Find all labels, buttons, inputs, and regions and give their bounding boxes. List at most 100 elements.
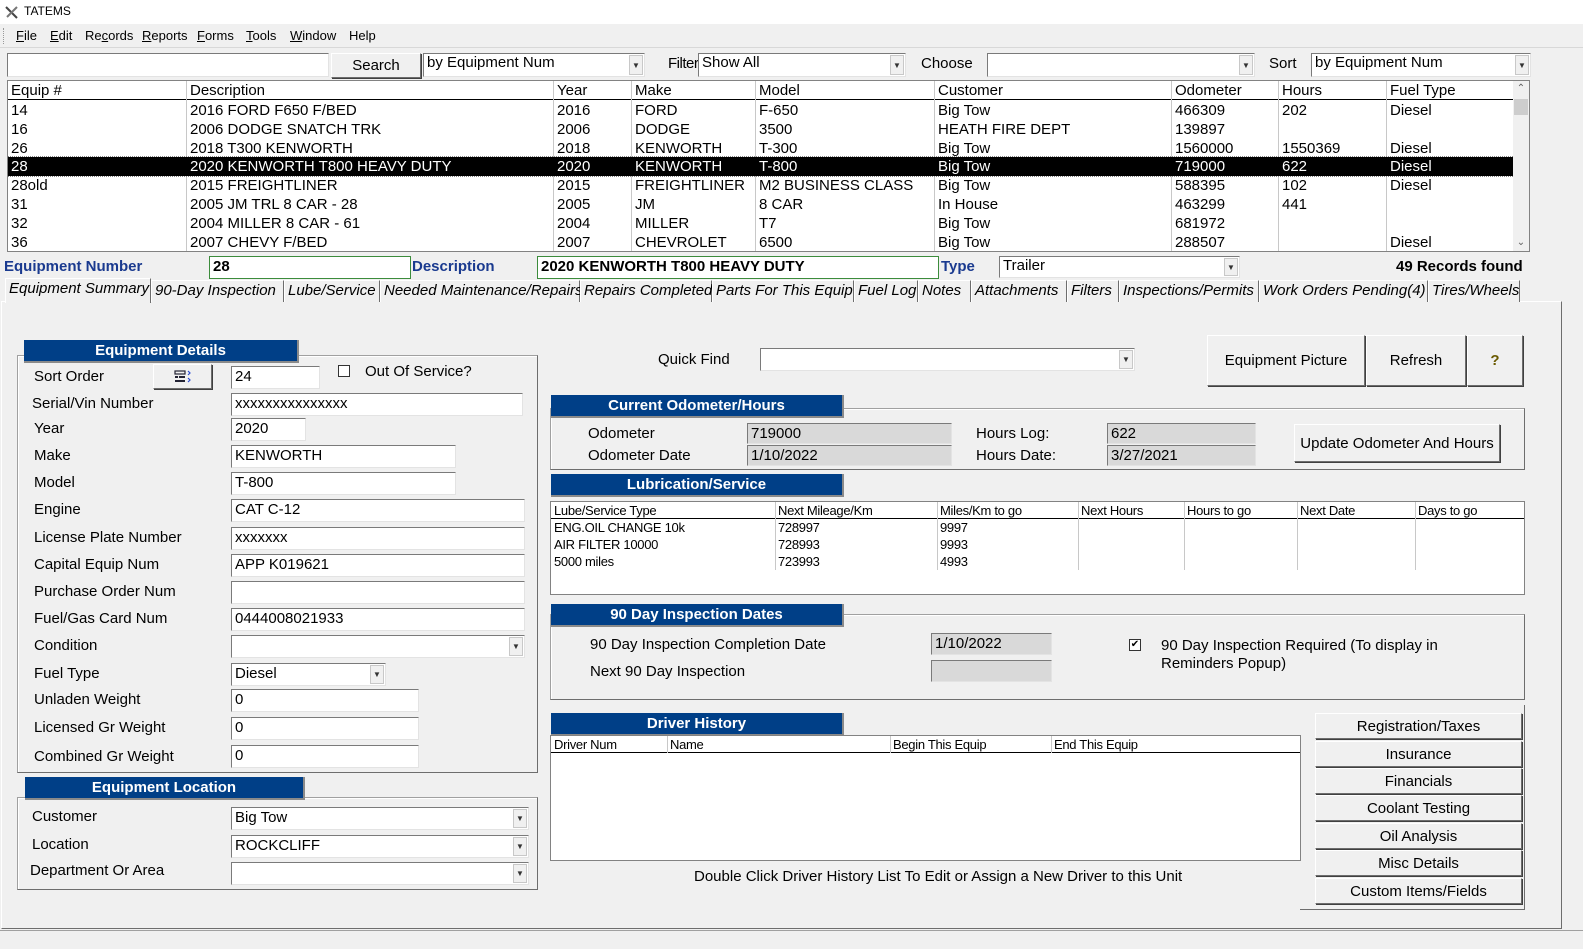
dropdown-arrow-icon[interactable]: ▼ bbox=[509, 637, 523, 656]
tab-work-orders-pending-4[interactable]: Work Orders Pending(4) bbox=[1259, 280, 1428, 302]
menu-forms[interactable]: Forms bbox=[197, 28, 234, 43]
serial-field[interactable]: xxxxxxxxxxxxxxx bbox=[231, 393, 523, 416]
table-row[interactable]: 36 2007 CHEVY F/BED 2007 CHEVROLET 6500 Big T… bbox=[8, 233, 1514, 251]
column-header[interactable]: Make bbox=[635, 82, 672, 99]
license-plate-field[interactable]: xxxxxxx bbox=[231, 527, 525, 550]
column-header[interactable]: Driver Num bbox=[554, 737, 617, 752]
description-field[interactable]: 2020 KENWORTH T800 HEAVY DUTY bbox=[537, 256, 939, 279]
help-button[interactable]: ? bbox=[1467, 335, 1523, 386]
tab-tires-wheels[interactable]: Tires/Wheels bbox=[1428, 280, 1520, 302]
sort-select[interactable]: by Equipment Num ▼ bbox=[1311, 53, 1531, 77]
tab-filters[interactable]: Filters bbox=[1067, 280, 1119, 302]
location-select[interactable]: ROCKCLIFF ▼ bbox=[231, 835, 529, 858]
tab-needed-maintenance-repairs[interactable]: Needed Maintenance/Repairs bbox=[380, 280, 582, 302]
column-header[interactable]: Equip # bbox=[11, 82, 62, 99]
tab-equipment-summary[interactable]: Equipment Summary bbox=[5, 278, 151, 303]
column-header[interactable]: Name bbox=[670, 737, 704, 752]
dropdown-arrow-icon[interactable]: ▼ bbox=[1119, 350, 1133, 369]
dropdown-arrow-icon[interactable]: ▼ bbox=[890, 55, 904, 75]
equipment-list[interactable]: Equip # Description Year Make Model Customer O… bbox=[7, 80, 1530, 252]
column-divider[interactable] bbox=[667, 736, 668, 753]
column-header[interactable]: Model bbox=[759, 82, 800, 99]
table-row[interactable]: 28old 2015 FREIGHTLINER 2015 FREIGHTLINER M2… bbox=[8, 176, 1514, 195]
year-field[interactable]: 2020 bbox=[231, 418, 306, 441]
column-header[interactable]: Customer bbox=[938, 82, 1003, 99]
column-header[interactable]: Next Hours bbox=[1081, 503, 1143, 518]
registration-taxes-button[interactable]: Registration/Taxes bbox=[1315, 713, 1522, 739]
dropdown-arrow-icon[interactable]: ▼ bbox=[370, 665, 384, 684]
column-divider[interactable] bbox=[1415, 502, 1416, 570]
dropdown-arrow-icon[interactable]: ▼ bbox=[513, 837, 527, 856]
tab-lube-service[interactable]: Lube/Service bbox=[284, 280, 380, 302]
column-header[interactable]: End This Equip bbox=[1054, 737, 1138, 752]
table-row[interactable]: 32 2004 MILLER 8 CAR - 61 2004 MILLER T7 Big … bbox=[8, 214, 1514, 233]
column-header[interactable]: Year bbox=[557, 82, 587, 99]
column-header[interactable]: Days to go bbox=[1418, 503, 1477, 518]
lubrication-grid[interactable]: Lube/Service Type Next Mileage/Km Miles/Km… bbox=[550, 501, 1525, 595]
tab-repairs-completed[interactable]: Repairs Completed bbox=[580, 280, 712, 302]
column-header[interactable]: Next Mileage/Km bbox=[778, 503, 873, 518]
custom-items-fields-button[interactable]: Custom Items/Fields bbox=[1315, 878, 1522, 904]
tab-parts-for-this-equip[interactable]: Parts For This Equip bbox=[712, 280, 854, 302]
financials-button[interactable]: Financials bbox=[1315, 768, 1522, 794]
update-odometer-button[interactable]: Update Odometer And Hours bbox=[1294, 424, 1500, 462]
fuel-type-select[interactable]: Diesel ▼ bbox=[231, 663, 386, 686]
model-field[interactable]: T-800 bbox=[231, 472, 456, 495]
make-field[interactable]: KENWORTH bbox=[231, 445, 456, 468]
scroll-up-icon[interactable]: ⌃ bbox=[1513, 81, 1529, 97]
fuel-card-field[interactable]: 0444008021933 bbox=[231, 608, 525, 631]
column-header[interactable]: Description bbox=[190, 82, 265, 99]
column-header[interactable]: Miles/Km to go bbox=[940, 503, 1022, 518]
menu-file[interactable]: File bbox=[16, 28, 37, 43]
column-divider[interactable] bbox=[890, 736, 891, 753]
condition-select[interactable]: ▼ bbox=[231, 635, 525, 658]
menu-records[interactable]: Records bbox=[85, 28, 133, 43]
search-input[interactable] bbox=[7, 53, 329, 77]
coolant-testing-button[interactable]: Coolant Testing bbox=[1315, 795, 1522, 821]
search-by-select[interactable]: by Equipment Num ▼ bbox=[423, 53, 645, 77]
column-header[interactable]: Hours to go bbox=[1187, 503, 1251, 518]
customer-select[interactable]: Big Tow ▼ bbox=[231, 807, 529, 830]
oil-analysis-button[interactable]: Oil Analysis bbox=[1315, 823, 1522, 849]
licensed-gr-weight-field[interactable]: 0 bbox=[231, 717, 419, 740]
menu-window[interactable]: Window bbox=[290, 28, 336, 43]
quick-find-select[interactable]: ▼ bbox=[760, 348, 1135, 371]
column-divider[interactable] bbox=[1078, 502, 1079, 570]
equipment-picture-button[interactable]: Equipment Picture bbox=[1207, 335, 1365, 386]
column-divider[interactable] bbox=[1184, 502, 1185, 570]
table-row[interactable]: 28 2020 KENWORTH T800 HEAVY DUTY 2020 KENWO… bbox=[8, 156, 1515, 178]
tab-attachments[interactable]: Attachments bbox=[971, 280, 1067, 302]
out-of-service-checkbox[interactable] bbox=[338, 365, 350, 377]
type-select[interactable]: Trailer ▼ bbox=[999, 256, 1240, 278]
table-row[interactable]: 26 2018 T300 KENWORTH 2018 KENWORTH T-300 Big… bbox=[8, 139, 1514, 158]
table-row[interactable]: 14 2016 FORD F650 F/BED 2016 FORD F-650 Big T… bbox=[8, 101, 1514, 120]
dropdown-arrow-icon[interactable]: ▼ bbox=[629, 55, 643, 75]
sort-order-field[interactable]: 24 bbox=[231, 366, 320, 389]
menu-tools[interactable]: Tools bbox=[246, 28, 276, 43]
dropdown-arrow-icon[interactable]: ▼ bbox=[1515, 55, 1529, 75]
combined-gr-weight-field[interactable]: 0 bbox=[231, 745, 419, 768]
table-row[interactable]: 31 2005 JM TRL 8 CAR - 28 2005 JM 8 CAR In Ho… bbox=[8, 195, 1514, 214]
dropdown-arrow-icon[interactable]: ▼ bbox=[513, 864, 527, 883]
insurance-button[interactable]: Insurance bbox=[1315, 741, 1522, 767]
column-header[interactable]: Begin This Equip bbox=[893, 737, 987, 752]
department-select[interactable]: ▼ bbox=[231, 862, 529, 885]
column-header[interactable]: Odometer bbox=[1175, 82, 1242, 99]
choose-select[interactable]: ▼ bbox=[987, 53, 1255, 77]
dropdown-arrow-icon[interactable]: ▼ bbox=[1239, 55, 1253, 75]
sort-order-button[interactable] bbox=[153, 364, 212, 389]
dropdown-arrow-icon[interactable]: ▼ bbox=[513, 809, 527, 828]
unladen-weight-field[interactable]: 0 bbox=[231, 689, 419, 712]
column-header[interactable]: Lube/Service Type bbox=[554, 503, 657, 518]
driver-history-grid[interactable]: Driver Num Name Begin This Equip End This E… bbox=[550, 735, 1301, 861]
purchase-order-field[interactable] bbox=[231, 581, 525, 604]
column-divider[interactable] bbox=[937, 502, 938, 570]
scrollbar-thumb[interactable] bbox=[1514, 99, 1528, 115]
column-header[interactable]: Hours bbox=[1282, 82, 1322, 99]
inspection-required-checkbox[interactable]: ✔ bbox=[1129, 639, 1141, 651]
engine-field[interactable]: CAT C-12 bbox=[231, 499, 525, 522]
list-scrollbar[interactable]: ⌃ ⌄ bbox=[1513, 81, 1529, 251]
misc-details-button[interactable]: Misc Details bbox=[1315, 850, 1522, 876]
table-row[interactable]: 16 2006 DODGE SNATCH TRK 2006 DODGE 3500 HEAT… bbox=[8, 120, 1514, 139]
filter-select[interactable]: Show All ▼ bbox=[698, 53, 906, 77]
